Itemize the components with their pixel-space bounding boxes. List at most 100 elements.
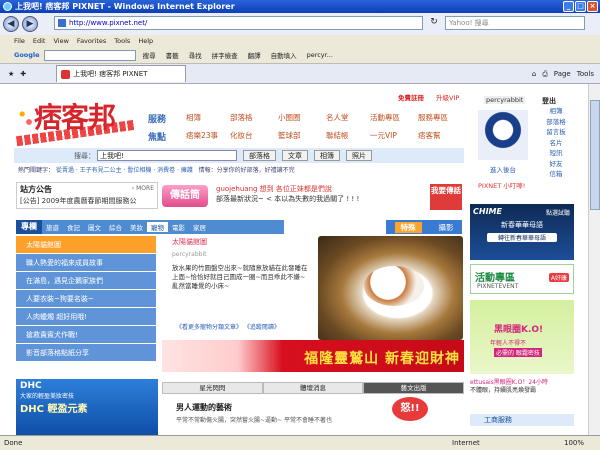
logout-link[interactable]: 登出 <box>542 96 556 106</box>
favorites-star-icon[interactable]: ★ <box>8 70 14 78</box>
tab-travel[interactable]: 旅遊 <box>42 222 63 232</box>
tab-home[interactable]: 家居 <box>189 222 210 232</box>
home-icon[interactable]: ⌂ <box>532 70 536 78</box>
nav-service[interactable]: 服務專區 <box>418 112 448 123</box>
forward-button[interactable]: ▶ <box>22 16 38 32</box>
close-button[interactable]: × <box>587 1 598 12</box>
message-user[interactable]: guojehuang 想到 各位正妹都是們說 <box>216 184 332 194</box>
user-menu-item[interactable]: 短訊 <box>540 148 572 159</box>
avatar[interactable] <box>478 110 528 160</box>
tab-pets[interactable]: 寵物 <box>147 222 168 232</box>
article-title[interactable]: 男人運動的藝術 <box>176 402 232 413</box>
address-bar[interactable]: http://www.pixnet.net/ <box>54 16 423 30</box>
tab-stars[interactable]: 星光閃閃 <box>162 382 263 394</box>
list-item[interactable]: 職人熱愛的福來成員故事 <box>16 254 156 272</box>
menu-edit[interactable]: Edit <box>33 37 46 45</box>
tab-photography[interactable]: 攝影 <box>439 222 454 233</box>
nav-events[interactable]: 活動專區 <box>370 112 400 123</box>
nav-focus2[interactable]: 化妝台 <box>230 130 253 141</box>
chime-button[interactable]: 轉往新春華華母語 <box>487 233 557 242</box>
user-menu-item[interactable]: 好友 <box>540 159 572 170</box>
notice-text[interactable]: 情報：分享你的好部落，好禮讓不完 <box>199 167 295 174</box>
user-menu-item[interactable]: 留言板 <box>540 127 572 138</box>
search-album-button[interactable]: 相簿 <box>314 150 340 161</box>
tab-movies[interactable]: 電影 <box>168 222 189 232</box>
toolbar-user[interactable]: percyr... <box>304 51 336 59</box>
list-item[interactable]: 太陽貓館圖 <box>16 236 156 254</box>
want-message-button[interactable]: 我要傳話 <box>430 184 462 210</box>
feature-links[interactable]: 《看更多寵物分類文章》 《追蹤閱讀》 <box>176 322 280 331</box>
page-menu[interactable]: Page <box>554 70 571 78</box>
menu-help[interactable]: Help <box>138 37 153 45</box>
toolbar-autofill[interactable]: 自動填入 <box>268 50 300 60</box>
menu-tools[interactable]: Tools <box>114 37 130 45</box>
yahoo-search-input[interactable]: Yahoo! 搜尋 <box>445 16 585 30</box>
tab-beauty[interactable]: 美妝 <box>126 222 147 232</box>
business-service-header[interactable]: 工商服務 <box>470 414 574 426</box>
maximize-button[interactable]: □ <box>575 1 586 12</box>
pixnet-logo[interactable]: 痞客邦 <box>12 94 142 147</box>
nav-focus6[interactable]: 痞客幫 <box>418 130 441 141</box>
nav-focus4[interactable]: 聯結帳 <box>326 130 349 141</box>
list-item[interactable]: 搶救貴賓犬作戰! <box>16 326 156 344</box>
station-text[interactable]: [公告] 2009年度農曆春節期間服務公 <box>17 196 157 206</box>
user-menu-item[interactable]: 部落格 <box>540 117 572 128</box>
search-article-button[interactable]: 文章 <box>282 150 308 161</box>
user-menu-item[interactable]: 信箱 <box>540 169 572 180</box>
list-item[interactable]: 在滿島，遇見企鵝家族們 <box>16 272 156 290</box>
menu-file[interactable]: File <box>14 37 25 45</box>
message-tube-badge[interactable]: 傳話筒 <box>162 185 208 207</box>
nav-blog[interactable]: 部落格 <box>230 112 253 123</box>
menu-view[interactable]: View <box>53 37 68 45</box>
search-blog-button[interactable]: 部落格 <box>243 150 276 161</box>
tab-arts[interactable]: 藝文出版 <box>363 382 465 394</box>
print-icon[interactable]: ⎙ <box>542 70 548 79</box>
toolbar-translate[interactable]: 翻譯 <box>245 50 264 60</box>
tab-special[interactable]: 特殊 <box>394 221 422 233</box>
hot-keywords-list[interactable]: 從賣過 · 王子有見二公主 · 暫位相機 · 消費卷 · 擁護 <box>56 167 193 174</box>
tab-food[interactable]: 食記 <box>63 222 84 232</box>
nav-fame[interactable]: 名人堂 <box>326 112 349 123</box>
nav-focus5[interactable]: 一元VIP <box>370 130 397 141</box>
feature-subtitle[interactable]: 太陽貓館圖 <box>172 237 207 247</box>
enter-dashboard-link[interactable]: 進入後台 <box>490 164 516 174</box>
toolbar-search[interactable]: 搜尋 <box>140 50 159 60</box>
tab-sports[interactable]: 體壇消息 <box>262 382 364 394</box>
tools-menu[interactable]: Tools <box>577 70 594 78</box>
back-button[interactable]: ◀ <box>3 16 19 32</box>
site-search-input[interactable]: 上我吧! <box>97 150 237 161</box>
list-item[interactable]: 影音部落格點紙分享 <box>16 344 156 362</box>
nav-circle[interactable]: 小圈圈 <box>278 112 301 123</box>
toolbar-bookmarks[interactable]: 書籤 <box>163 50 182 60</box>
pixnet-tip-link[interactable]: PIXNET 小叮嚀! <box>478 180 525 190</box>
list-item[interactable]: 人肉蠟燭 超好用哦! <box>16 308 156 326</box>
menu-favorites[interactable]: Favorites <box>77 37 106 45</box>
search-photo-button[interactable]: 照片 <box>346 150 372 161</box>
feature-user[interactable]: percyrabbit <box>172 251 206 258</box>
ettu-caption-link[interactable]: ettusais黑眼圈K.O！24小時 <box>470 379 574 387</box>
user-menu-item[interactable]: 相簿 <box>540 106 572 117</box>
upgrade-vip-link[interactable]: 升級VIP <box>436 92 459 102</box>
more-link[interactable]: › MORE <box>132 185 154 192</box>
ettusais-ad[interactable]: 黑眼圈K.O! 年輕人不得不 必需的 眼霜密技 <box>470 300 574 374</box>
user-menu-item[interactable]: 名片 <box>540 138 572 149</box>
register-link[interactable]: 免費註冊 <box>398 92 424 102</box>
chime-listen[interactable]: 點選試聽 <box>546 208 570 217</box>
list-item[interactable]: 人要衣裝~狗要名裝~ <box>16 290 156 308</box>
tab-general[interactable]: 綜合 <box>105 222 126 232</box>
scroll-thumb[interactable] <box>590 100 600 210</box>
dhc-ad[interactable]: DHC 大家的輕盈美妝密技 DHC 輕盈元素 <box>16 379 158 435</box>
nav-album[interactable]: 相簿 <box>186 112 201 123</box>
promo-banner[interactable]: 福隆靈鷲山 新春迎財神 <box>162 340 464 372</box>
vertical-scrollbar[interactable] <box>588 84 600 435</box>
tab-pixnet[interactable]: 上我吧! 痞客邦 PIXNET <box>56 65 187 82</box>
refresh-icon[interactable]: ↻ <box>427 16 441 30</box>
chime-ad[interactable]: CHIME 點選試聽 新春華華母語 轉往新春華華母語 <box>470 204 574 260</box>
google-search-input[interactable] <box>43 49 136 61</box>
add-favorite-icon[interactable]: ✚ <box>20 70 26 78</box>
minimize-button[interactable]: _ <box>563 1 574 12</box>
nav-focus1[interactable]: 痞樂23事 <box>186 130 218 141</box>
toolbar-find[interactable]: 尋找 <box>186 50 205 60</box>
tab-illustration[interactable]: 圖文 <box>84 222 105 232</box>
toolbar-spell[interactable]: 拼字檢查 <box>209 50 241 60</box>
